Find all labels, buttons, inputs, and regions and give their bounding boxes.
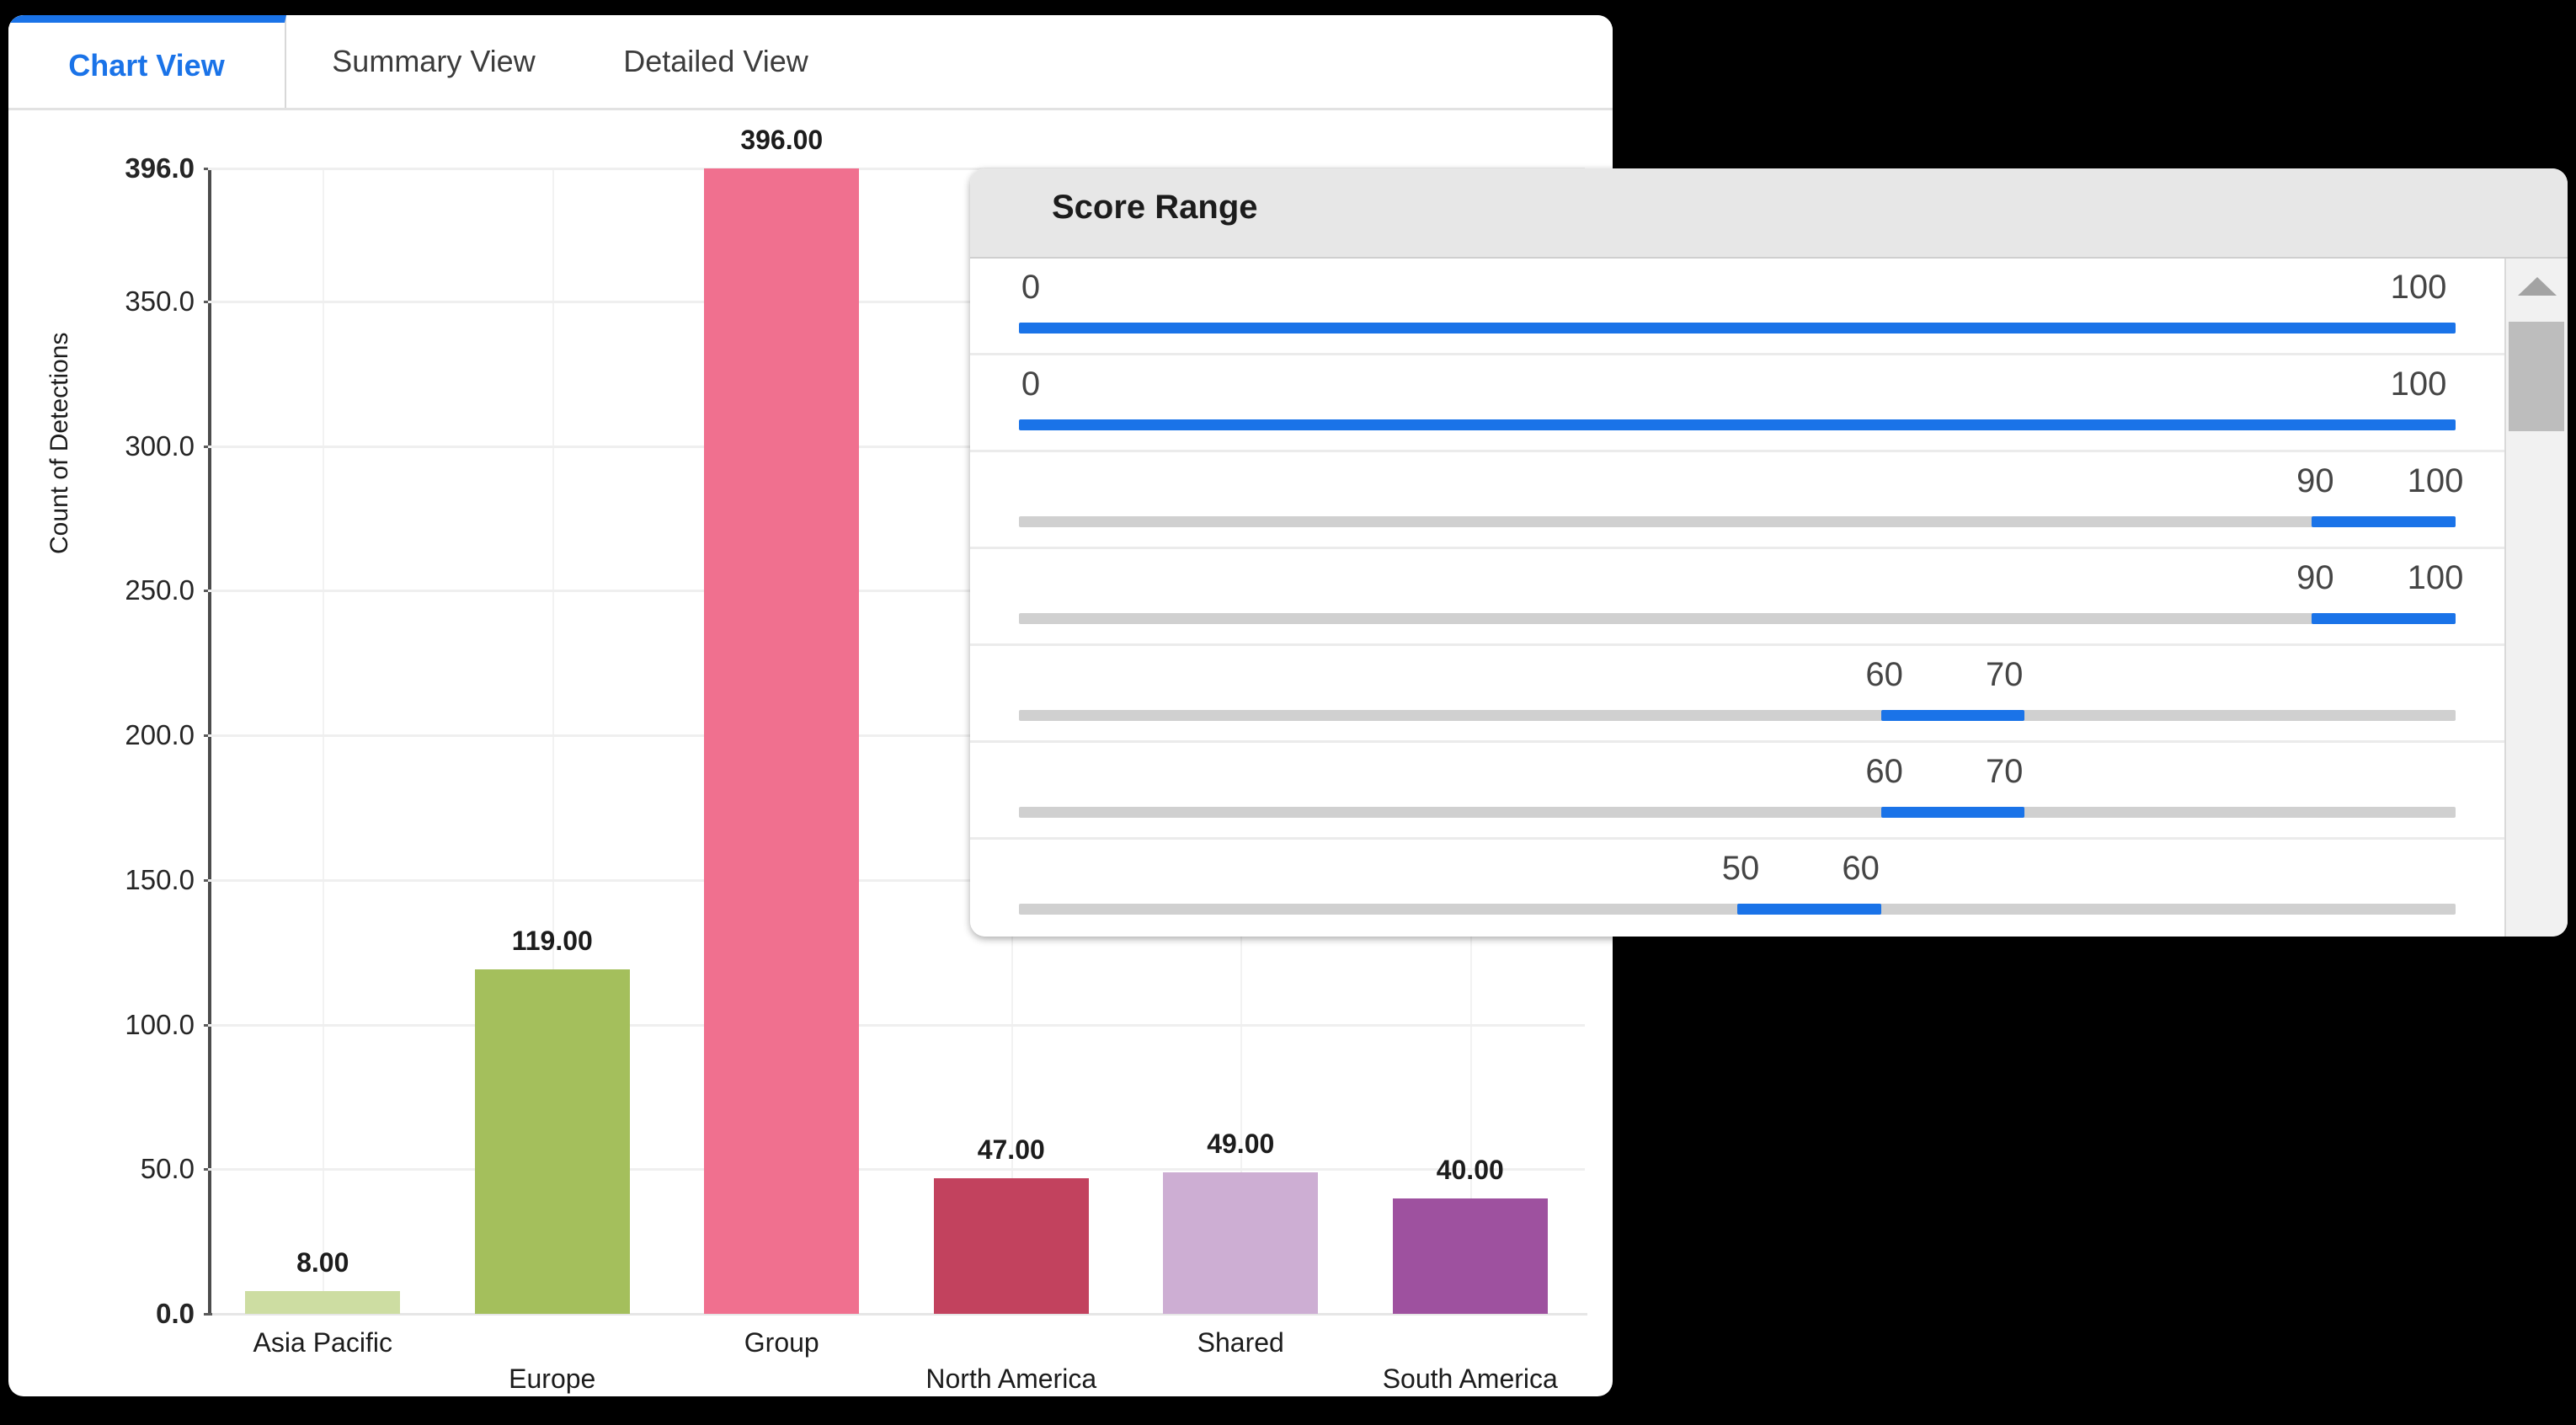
score-range-min-label: 60 [1865, 753, 1903, 790]
scroll-up-arrow-icon[interactable] [2517, 277, 2557, 296]
score-range-slider-track[interactable] [1019, 613, 2456, 624]
tab-detailed-view-label: Detailed View [623, 44, 808, 78]
score-range-min-label: 0 [1021, 269, 1041, 306]
gridline-horizontal [208, 1023, 1585, 1027]
score-range-min-label: 90 [2296, 462, 2334, 499]
score-range-row[interactable]: 90 100 [970, 452, 2504, 549]
y-axis-tick-label: 0.0 [156, 1298, 195, 1329]
score-range-panel: Score Range 0 100 0 100 90 100 90 100 60 70 60 70 50… [970, 168, 2568, 937]
bar-value-label: 49.00 [1207, 1128, 1275, 1159]
score-range-min-label: 90 [2296, 559, 2334, 596]
tab-summary-view-label: Summary View [332, 44, 536, 78]
y-axis-tick-label: 396.0 [125, 152, 195, 184]
x-axis-label: North America [925, 1364, 1097, 1394]
score-range-slider-fill[interactable] [2312, 613, 2456, 624]
score-range-row[interactable]: 0 100 [970, 259, 2504, 355]
scrollbar-thumb[interactable] [2509, 322, 2564, 431]
score-range-min-label: 50 [1721, 850, 1760, 887]
bar-value-label: 396.00 [740, 125, 824, 155]
score-range-max-label: 70 [1985, 753, 2024, 790]
tab-detailed-view[interactable]: Detailed View [581, 15, 851, 108]
tab-chart-view-label: Chart View [68, 47, 225, 83]
y-axis-tick-label: 150.0 [125, 863, 195, 895]
score-range-header: Score Range [970, 168, 2568, 259]
score-range-row[interactable]: 0 100 [970, 355, 2504, 452]
bar-asia-pacific[interactable] [245, 1290, 401, 1314]
y-axis-tick-label: 350.0 [125, 285, 195, 317]
score-range-slider-fill[interactable] [2312, 516, 2456, 527]
score-range-slider-track[interactable] [1019, 710, 2456, 721]
score-range-max-label: 70 [1985, 656, 2024, 693]
bar-value-label: 40.00 [1436, 1154, 1504, 1185]
bar-shared[interactable] [1163, 1171, 1319, 1314]
score-range-max-label: 100 [2390, 366, 2447, 403]
score-range-row[interactable]: 90 100 [970, 549, 2504, 646]
score-range-slider-track[interactable] [1019, 323, 2456, 334]
y-axis-tick-label: 300.0 [125, 430, 195, 462]
gridline-vertical [323, 168, 324, 1314]
bar-north-america[interactable] [933, 1177, 1089, 1314]
x-axis-label: South America [1382, 1364, 1558, 1394]
score-range-slider-fill[interactable] [1880, 807, 2025, 818]
score-range-slider-fill[interactable] [1880, 710, 2025, 721]
y-axis-tick-label: 50.0 [140, 1153, 195, 1185]
score-range-min-label: 60 [1865, 656, 1903, 693]
score-range-slider-fill[interactable] [1019, 419, 2456, 430]
tab-summary-view[interactable]: Summary View [286, 15, 581, 108]
score-range-row[interactable]: 60 70 [970, 743, 2504, 840]
bar-europe[interactable] [474, 969, 630, 1314]
score-range-slider-fill[interactable] [1737, 904, 1881, 915]
score-range-min-label: 0 [1021, 366, 1041, 403]
score-range-max-label: 60 [1842, 850, 1880, 887]
bar-group[interactable] [704, 168, 860, 1314]
score-range-max-label: 100 [2407, 559, 2464, 596]
x-axis-label: Asia Pacific [253, 1327, 392, 1358]
score-range-row[interactable]: 60 70 [970, 646, 2504, 743]
bar-value-label: 47.00 [977, 1134, 1045, 1165]
y-axis-tick-label: 100.0 [125, 1008, 195, 1040]
bar-value-label: 8.00 [296, 1246, 349, 1278]
x-axis-label: Europe [509, 1364, 596, 1394]
bar-south-america[interactable] [1392, 1198, 1548, 1314]
score-range-slider-track[interactable] [1019, 516, 2456, 527]
tab-bar: Chart View Summary View Detailed View [8, 15, 1613, 110]
x-axis-label: Group [744, 1327, 819, 1358]
score-range-rows: 0 100 0 100 90 100 90 100 60 70 60 70 50 60 [970, 259, 2504, 937]
score-range-max-label: 100 [2407, 462, 2464, 499]
score-range-slider-track[interactable] [1019, 419, 2456, 430]
score-range-scrollbar[interactable] [2504, 259, 2568, 937]
x-axis-label: Shared [1197, 1327, 1284, 1358]
y-axis-tick-label: 250.0 [125, 574, 195, 606]
score-range-max-label: 100 [2390, 269, 2447, 306]
score-range-title: Score Range [1052, 189, 1258, 226]
tab-chart-view[interactable]: Chart View [8, 15, 286, 108]
bar-value-label: 119.00 [511, 926, 593, 957]
score-range-slider-track[interactable] [1019, 807, 2456, 818]
gridline-horizontal [208, 1168, 1585, 1171]
score-range-slider-track[interactable] [1019, 904, 2456, 915]
y-axis-tick-label: 200.0 [125, 719, 195, 751]
score-range-row[interactable]: 50 60 [970, 840, 2504, 937]
score-range-slider-fill[interactable] [1019, 323, 2456, 334]
